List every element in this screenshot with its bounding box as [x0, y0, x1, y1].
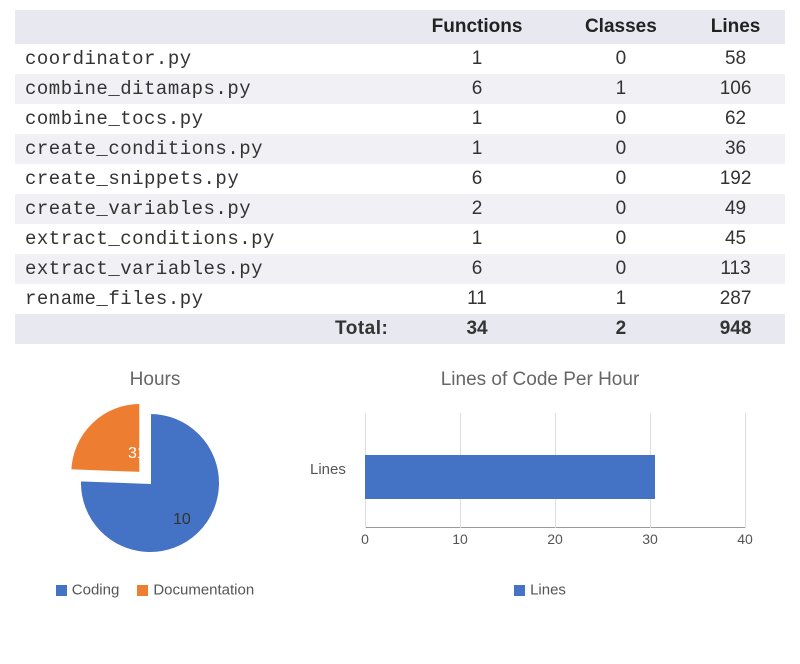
- bar: [365, 455, 655, 499]
- cell-classes: 0: [556, 104, 686, 134]
- pie-slice-label-documentation: 10: [173, 511, 191, 529]
- cell-functions: 1: [398, 44, 555, 74]
- table-row: combine_ditamaps.py61106: [15, 74, 785, 104]
- bar-plot-area: [365, 413, 745, 528]
- cell-functions: 1: [398, 134, 555, 164]
- swatch-icon: [137, 585, 148, 596]
- pie-slice-label-coding: 31: [128, 445, 146, 463]
- cell-functions: 6: [398, 74, 555, 104]
- swatch-icon: [56, 585, 67, 596]
- tick-label: 20: [547, 531, 563, 547]
- cell-file: create_snippets.py: [15, 164, 398, 194]
- total-cell: 2: [556, 314, 686, 344]
- table-total-row: Total:342948: [15, 314, 785, 344]
- cell-lines: 45: [686, 224, 785, 254]
- bar-title: Lines of Code Per Hour: [441, 369, 640, 391]
- cell-functions: 1: [398, 224, 555, 254]
- cell-classes: 1: [556, 74, 686, 104]
- legend-item-coding: Coding: [56, 581, 120, 599]
- pie-chart: 31 10: [55, 403, 255, 573]
- cell-functions: 2: [398, 194, 555, 224]
- tick-label: 10: [452, 531, 468, 547]
- table-row: extract_conditions.py1045: [15, 224, 785, 254]
- pie-chart-panel: Hours 31 10 Coding Documentation: [20, 369, 290, 599]
- cell-classes: 1: [556, 284, 686, 314]
- cell-classes: 0: [556, 44, 686, 74]
- cell-lines: 113: [686, 254, 785, 284]
- cell-file: create_conditions.py: [15, 134, 398, 164]
- cell-classes: 0: [556, 224, 686, 254]
- cell-classes: 0: [556, 194, 686, 224]
- cell-lines: 106: [686, 74, 785, 104]
- table-row: rename_files.py111287: [15, 284, 785, 314]
- col-classes: Classes: [556, 10, 686, 44]
- stats-table: Functions Classes Lines coordinator.py10…: [15, 10, 785, 344]
- table-row: create_conditions.py1036: [15, 134, 785, 164]
- cell-file: combine_ditamaps.py: [15, 74, 398, 104]
- tick-label: 40: [737, 531, 753, 547]
- cell-functions: 11: [398, 284, 555, 314]
- legend-item-documentation: Documentation: [137, 581, 254, 599]
- table-row: extract_variables.py60113: [15, 254, 785, 284]
- cell-lines: 58: [686, 44, 785, 74]
- cell-functions: 6: [398, 254, 555, 284]
- bar-y-label: Lines: [310, 461, 346, 478]
- cell-file: coordinator.py: [15, 44, 398, 74]
- pie-legend: Coding Documentation: [56, 581, 254, 599]
- cell-file: extract_variables.py: [15, 254, 398, 284]
- cell-lines: 62: [686, 104, 785, 134]
- cell-file: create_variables.py: [15, 194, 398, 224]
- tick-label: 30: [642, 531, 658, 547]
- total-cell: 34: [398, 314, 555, 344]
- cell-lines: 192: [686, 164, 785, 194]
- gridline: [745, 413, 746, 528]
- table-row: create_variables.py2049: [15, 194, 785, 224]
- table-row: create_snippets.py60192: [15, 164, 785, 194]
- bar-legend: Lines: [514, 581, 566, 599]
- cell-lines: 49: [686, 194, 785, 224]
- cell-file: rename_files.py: [15, 284, 398, 314]
- legend-item-lines: Lines: [514, 581, 566, 599]
- cell-lines: 36: [686, 134, 785, 164]
- cell-functions: 1: [398, 104, 555, 134]
- cell-lines: 287: [686, 284, 785, 314]
- cell-classes: 0: [556, 254, 686, 284]
- bar-chart: Lines 0 10 20 30 40: [310, 403, 770, 573]
- col-lines: Lines: [686, 10, 785, 44]
- cell-classes: 0: [556, 164, 686, 194]
- swatch-icon: [514, 585, 525, 596]
- cell-file: combine_tocs.py: [15, 104, 398, 134]
- col-file: [15, 10, 398, 44]
- total-cell: 948: [686, 314, 785, 344]
- cell-file: extract_conditions.py: [15, 224, 398, 254]
- cell-functions: 6: [398, 164, 555, 194]
- tick-label: 0: [361, 531, 369, 547]
- cell-classes: 0: [556, 134, 686, 164]
- table-row: combine_tocs.py1062: [15, 104, 785, 134]
- col-functions: Functions: [398, 10, 555, 44]
- table-row: coordinator.py1058: [15, 44, 785, 74]
- bar-chart-panel: Lines of Code Per Hour Lines 0 10 20 30 40 L…: [300, 369, 780, 599]
- pie-title: Hours: [130, 369, 181, 391]
- total-label: Total:: [15, 314, 398, 344]
- table-header-row: Functions Classes Lines: [15, 10, 785, 44]
- charts-row: Hours 31 10 Coding Documentation Lines o…: [15, 369, 785, 599]
